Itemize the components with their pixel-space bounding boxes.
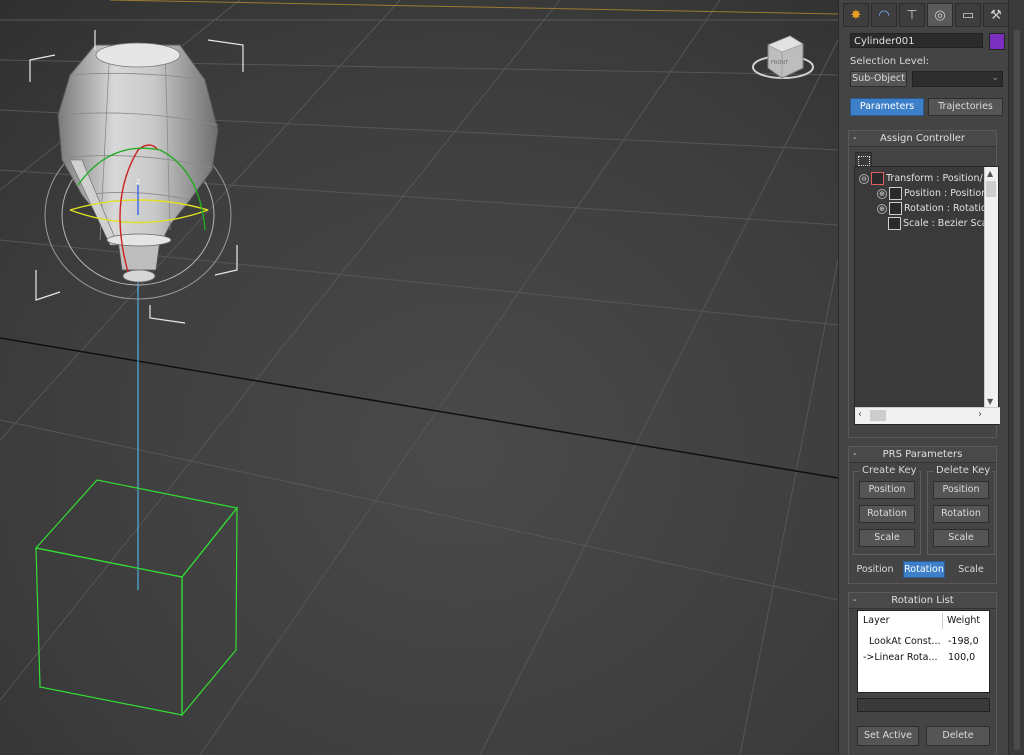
transform-controller-icon [871,172,884,185]
scroll-down-icon[interactable]: ▼ [987,397,993,406]
utilities-tab[interactable]: ⚒ [983,3,1009,27]
scroll-up-icon[interactable]: ▲ [987,169,993,178]
layer-row-1-name[interactable]: ->Linear Rota... [863,652,938,663]
assign-controller-header[interactable]: - Assign Controller [849,131,996,147]
tree-item-transform[interactable]: ⊖ Transform : Position/ [859,171,983,186]
weight-column-header: Weight [947,615,981,626]
layer-weight-field[interactable] [857,698,990,712]
motion-icon: ◎ [934,7,946,23]
prs-parameters-title: PRS Parameters [882,449,963,460]
parameters-button[interactable]: Parameters [850,98,924,116]
display-tab[interactable]: ▭ [955,3,981,27]
gizmo-z-label: Z [136,179,140,186]
layer-row-0-name[interactable]: LookAt Const... [869,636,941,647]
display-icon: ▭ [961,7,975,23]
tree-item-label: Scale : Bezier Sca [903,218,988,229]
assign-controller-rollout: - Assign Controller ⊖ Transform : Positio… [848,130,1000,438]
command-panel-scrollbar[interactable] [1008,0,1024,755]
create-key-label: Create Key [860,465,919,476]
assign-controller-button[interactable] [855,152,872,167]
delete-scale-key-button[interactable]: Scale [933,529,989,547]
collapse-icon: - [853,133,857,144]
create-scale-key-button[interactable]: Scale [859,529,915,547]
command-panel: ✸ ◠ ⊤ ◎ ▭ ⚒ Cylinder001 Selection Level:… [838,0,1009,755]
rotation-mode-button[interactable]: Rotation [903,561,945,578]
tree-item-label: Rotation : Rotatio [904,203,987,214]
tree-item-rotation[interactable]: ⊕ Rotation : Rotatio [877,201,987,216]
rotation-list-header[interactable]: - Rotation List [849,593,996,609]
layer-row-0-weight[interactable]: -198,0 [948,636,979,647]
trajectories-button[interactable]: Trajectories [928,98,1003,116]
viewcube-face-label: FRONT [771,60,789,66]
layer-row-1-weight[interactable]: 100,0 [948,652,975,663]
create-rotation-key-button[interactable]: Rotation [859,505,915,523]
hierarchy-icon: ⊤ [906,7,918,23]
rotation-layer-list[interactable]: Layer Weight LookAt Const... -198,0 ->Li… [857,610,990,693]
tree-item-label: Position : Position [904,188,988,199]
rotation-list-title: Rotation List [891,595,954,606]
delete-position-key-button[interactable]: Position [933,481,989,499]
create-position-key-button[interactable]: Position [859,481,915,499]
tree-item-position[interactable]: ⊕ Position : Position [877,186,987,201]
controller-tree[interactable]: ⊖ Transform : Position/ ⊕ Position : Posit… [854,166,1000,425]
assign-controller-title: Assign Controller [879,133,966,144]
scrollbar-thumb[interactable] [986,181,996,197]
position-mode-button[interactable]: Position [853,561,897,578]
collapse-node-icon[interactable]: ⊖ [859,173,869,184]
scrollbar-thumb[interactable] [870,410,886,421]
delete-key-group: Delete Key Position Rotation Scale [927,465,995,555]
command-panel-tabs: ✸ ◠ ⊤ ◎ ▭ ⚒ [843,3,1009,27]
object-color-swatch[interactable] [989,33,1005,50]
tree-horizontal-scrollbar[interactable]: ‹ › [855,407,1000,424]
selection-level-label: Selection Level: [850,56,930,67]
layer-column-header: Layer [863,615,890,626]
delete-rotation-key-button[interactable]: Rotation [933,505,989,523]
modify-tab[interactable]: ◠ [871,3,897,27]
prs-parameters-header[interactable]: - PRS Parameters [849,447,996,463]
tree-item-label: Transform : Position/ [886,173,983,184]
utilities-icon: ⚒ [990,7,1002,23]
sub-object-button[interactable]: Sub-Object [850,71,907,87]
sub-object-dropdown[interactable]: ⌄ [912,71,1003,87]
viewport-scene: Z FRONT [0,0,838,755]
modify-icon: ◠ [878,7,890,23]
rotation-list-rollout: - Rotation List Layer Weight LookAt Cons… [848,592,997,755]
object-name-field[interactable]: Cylinder001 [850,33,983,48]
scroll-left-icon[interactable]: ‹ [858,409,862,420]
scroll-right-icon[interactable]: › [978,409,982,420]
delete-key-label: Delete Key [934,465,993,476]
chevron-down-icon: ⌄ [991,73,999,83]
collapse-icon: - [853,449,857,460]
expand-node-icon[interactable]: ⊕ [877,203,887,214]
perspective-viewport[interactable]: Z FRONT [0,0,838,755]
position-controller-icon [889,187,902,200]
hierarchy-tab[interactable]: ⊤ [899,3,925,27]
delete-layer-button[interactable]: Delete [926,726,990,746]
create-key-group: Create Key Position Rotation Scale [853,465,921,555]
motion-tab[interactable]: ◎ [927,3,953,27]
set-active-button[interactable]: Set Active [857,726,919,746]
assign-controller-icon [857,156,870,166]
column-divider [942,613,943,629]
rotation-controller-icon [889,202,902,215]
collapse-icon: - [853,595,857,606]
scale-mode-button[interactable]: Scale [951,561,991,578]
create-icon: ✸ [850,7,862,23]
prs-parameters-rollout: - PRS Parameters Create Key Position Rot… [848,446,997,584]
tree-vertical-scrollbar[interactable]: ▲ ▼ [984,167,998,408]
create-tab[interactable]: ✸ [843,3,869,27]
expand-node-icon[interactable]: ⊕ [877,188,887,199]
scale-controller-icon [888,217,901,230]
tree-item-scale[interactable]: Scale : Bezier Sca [888,216,988,231]
scrollbar-thumb[interactable] [1014,30,1020,750]
